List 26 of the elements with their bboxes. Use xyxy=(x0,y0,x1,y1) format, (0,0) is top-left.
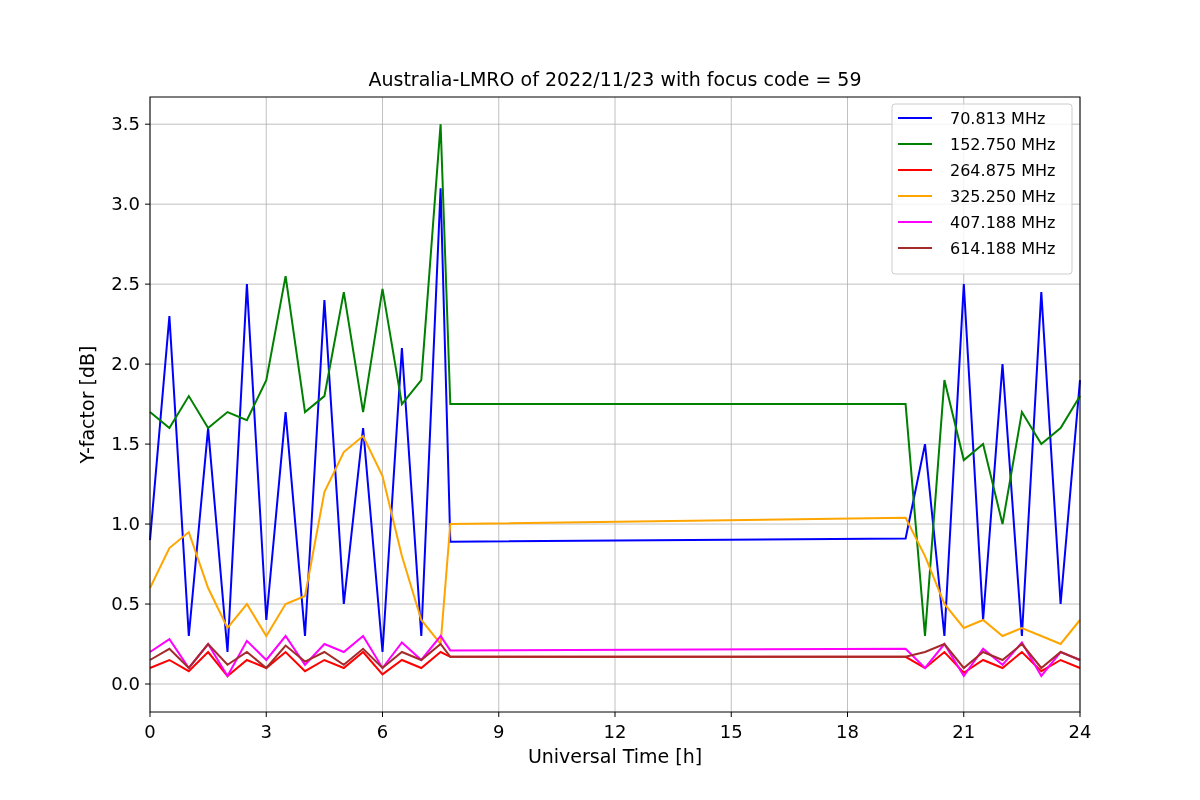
tick-label: 0 xyxy=(144,721,156,742)
tick-label: 3 xyxy=(260,721,272,742)
axis-label: Universal Time [h] xyxy=(527,745,703,767)
legend-label: 152.750 MHz xyxy=(950,135,1056,154)
tick-label: 18 xyxy=(836,721,859,742)
chart-title: Australia-LMRO of 2022/11/23 with focus code = 59 xyxy=(368,68,862,90)
tick-label: 0.0 xyxy=(111,673,140,694)
tick-label: 3.5 xyxy=(111,113,140,135)
tick-label: 3.0 xyxy=(111,193,140,215)
legend-label: 325.250 MHz xyxy=(950,187,1056,206)
legend-label: 614.188 MHz xyxy=(950,239,1056,258)
tick-label: 0.5 xyxy=(111,593,140,615)
axis-label: Y-factor [dB] xyxy=(76,345,98,464)
tick-label: 1.5 xyxy=(111,433,140,455)
tick-label: 12 xyxy=(603,721,627,742)
tick-label: 21 xyxy=(952,721,976,742)
tick-label: 2.0 xyxy=(111,353,140,375)
tick-label: 9 xyxy=(493,721,505,742)
tick-label: 6 xyxy=(376,721,389,742)
legend-label: 70.813 MHz xyxy=(950,109,1046,128)
tick-label: 24 xyxy=(1068,721,1092,742)
tick-label: 15 xyxy=(719,721,743,742)
legend-label: 264.875 MHz xyxy=(950,161,1056,180)
tick-label: 2.5 xyxy=(111,273,140,295)
legend-label: 407.188 MHz xyxy=(950,213,1056,232)
tick-label: 1.0 xyxy=(111,513,140,535)
